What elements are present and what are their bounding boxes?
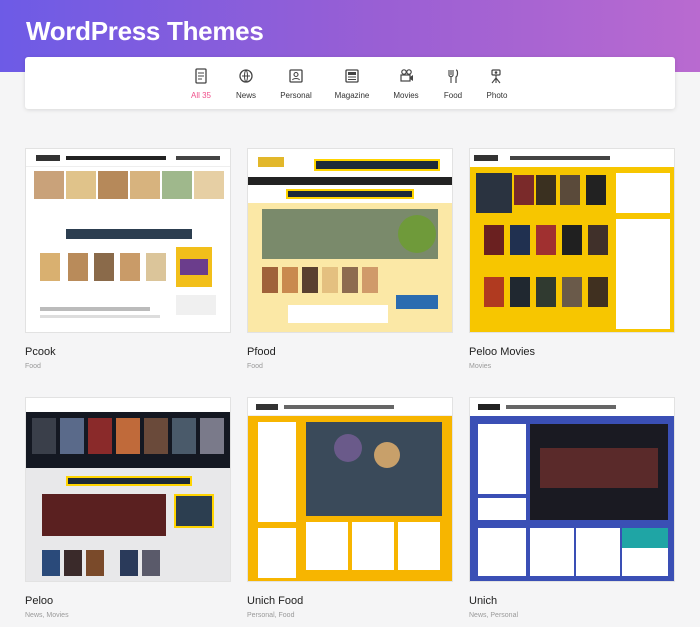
filter-tab-magazine[interactable]: Magazine: [324, 67, 380, 103]
filter-tab-label: News: [235, 91, 256, 100]
theme-card-peloo[interactable]: Peloo News, Movies: [25, 397, 231, 619]
theme-thumbnail[interactable]: [247, 397, 453, 582]
theme-card-unich[interactable]: Unich News, Personal: [469, 397, 675, 619]
news-icon: [239, 69, 253, 83]
page-title: WordPress Themes: [26, 16, 264, 46]
theme-name[interactable]: Peloo Movies: [469, 346, 675, 358]
theme-categories: Personal, Food: [247, 612, 295, 619]
filter-tab-label: Photo: [486, 91, 508, 100]
theme-name[interactable]: Peloo: [25, 595, 231, 607]
theme-card-peloo-movies[interactable]: Peloo Movies Movies: [469, 148, 675, 370]
all-icon: [195, 68, 207, 84]
theme-card-pcook[interactable]: Pcook Food: [25, 148, 231, 370]
theme-card-pfood[interactable]: Pfood Food: [247, 148, 453, 370]
filter-tab-label: Magazine: [334, 91, 370, 100]
theme-name[interactable]: Pcook: [25, 346, 231, 358]
theme-categories: News, Movies: [25, 612, 69, 619]
personal-icon: [289, 69, 303, 83]
theme-name[interactable]: Pfood: [247, 346, 453, 358]
theme-name[interactable]: Unich Food: [247, 595, 453, 607]
movies-icon: [400, 69, 413, 82]
theme-thumbnail[interactable]: [25, 148, 231, 333]
filter-tab-photo[interactable]: Photo: [469, 67, 525, 103]
filter-tab-news[interactable]: News: [218, 67, 274, 103]
theme-thumbnail[interactable]: [469, 397, 675, 582]
photo-icon: [491, 69, 501, 84]
category-filter-bar: All 35 News Personal Magazine Movies Foo…: [25, 57, 675, 109]
magazine-icon: [345, 69, 359, 83]
theme-categories: Food: [247, 363, 263, 370]
filter-tab-personal[interactable]: Personal: [268, 67, 324, 103]
theme-categories: Food: [25, 363, 41, 370]
theme-categories: News, Personal: [469, 612, 519, 619]
theme-card-unich-food[interactable]: Unich Food Personal, Food: [247, 397, 453, 619]
theme-categories: Movies: [469, 363, 492, 370]
theme-thumbnail[interactable]: [25, 397, 231, 582]
theme-name[interactable]: Unich: [469, 595, 675, 607]
theme-thumbnail[interactable]: [247, 148, 453, 333]
food-icon: [448, 69, 459, 83]
filter-tab-label: Personal: [280, 91, 312, 100]
theme-thumbnail[interactable]: [469, 148, 675, 333]
